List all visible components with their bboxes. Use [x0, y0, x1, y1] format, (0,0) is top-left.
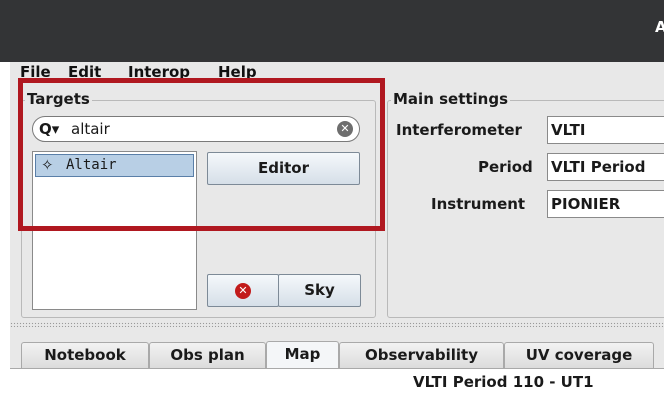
main-settings-legend: Main settings [391, 90, 511, 108]
tab-notebook[interactable]: Notebook [21, 342, 149, 368]
split-pane-divider[interactable] [10, 322, 664, 327]
tab-observability[interactable]: Observability [339, 342, 504, 368]
interferometer-label: Interferometer [396, 121, 522, 139]
tab-map[interactable]: Map [266, 341, 339, 369]
period-label: Period [478, 158, 533, 176]
highlight-rectangle [18, 78, 385, 231]
remove-icon: ✕ [235, 283, 251, 299]
window-titlebar[interactable]: A [0, 0, 664, 62]
tab-obs-plan[interactable]: Obs plan [149, 342, 266, 368]
period-select[interactable]: VLTI Period [547, 153, 664, 181]
interferometer-select[interactable]: VLTI [547, 116, 664, 144]
instrument-label: Instrument [431, 195, 526, 213]
sky-button[interactable]: Sky [278, 274, 361, 307]
tab-uv-coverage[interactable]: UV coverage [504, 342, 654, 368]
instrument-select[interactable]: PIONIER [547, 190, 664, 218]
window-title: A [655, 18, 664, 36]
map-caption: VLTI Period 110 - UT1 [413, 373, 594, 391]
remove-target-button[interactable]: ✕ [207, 274, 279, 307]
